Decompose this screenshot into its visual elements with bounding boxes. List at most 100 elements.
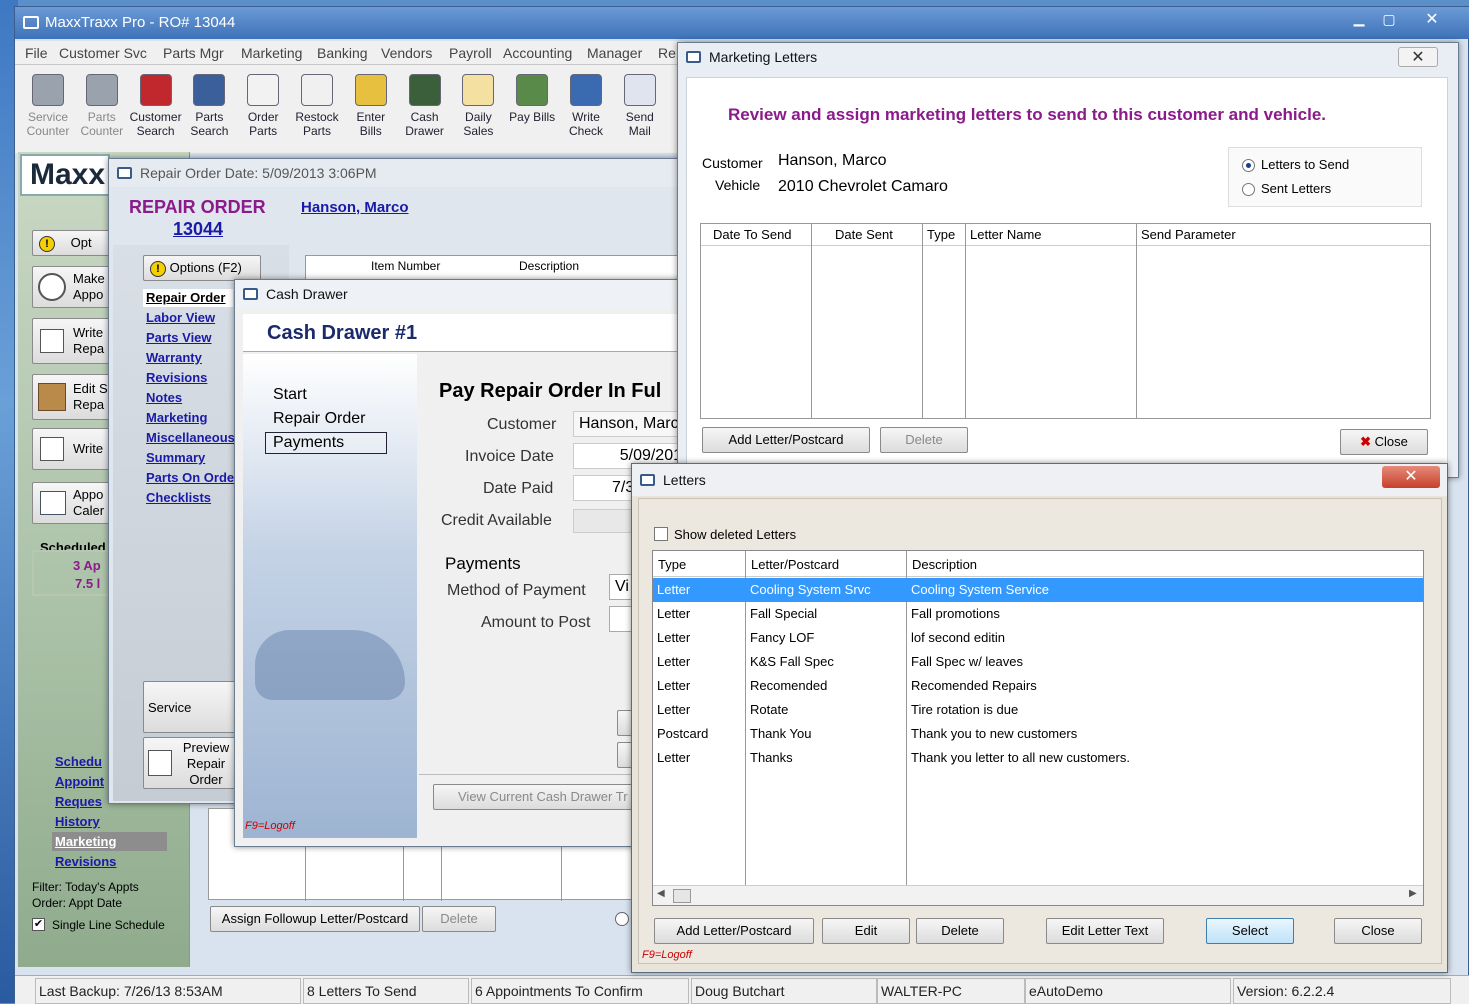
- options-f2-button[interactable]: ! Options (F2): [143, 255, 261, 281]
- close-window-button[interactable]: ✕: [1410, 9, 1454, 31]
- toolbar-button-write-check[interactable]: Write Check: [558, 74, 614, 138]
- sidebar-appointment-calendar-button[interactable]: Appo Caler: [32, 482, 116, 524]
- toolbar-button-pay-bills[interactable]: Pay Bills: [504, 74, 560, 124]
- sidebar-link-requests[interactable]: Reques: [55, 794, 102, 809]
- letter-cell-type: Letter: [657, 750, 691, 765]
- letters-edit-button[interactable]: Edit: [822, 918, 910, 944]
- ro-nav-summary[interactable]: Summary: [146, 450, 205, 465]
- marketing-delete-button[interactable]: Delete: [880, 427, 968, 453]
- letter-row[interactable]: Letter Fall Special Fall promotions: [653, 602, 1423, 626]
- show-deleted-checkbox[interactable]: [654, 527, 668, 541]
- vehicle-value: 2010 Chevrolet Camaro: [778, 178, 948, 195]
- menu-manager[interactable]: Manager: [587, 41, 642, 65]
- sidebar-write-button[interactable]: Write: [32, 428, 116, 470]
- edit-letter-text-button[interactable]: Edit Letter Text: [1046, 918, 1164, 944]
- sidebar-edit-repair-button[interactable]: Edit S Repa: [32, 374, 116, 420]
- sidebar-link-appointments[interactable]: Appoint: [55, 774, 104, 789]
- menu-vendors[interactable]: Vendors: [381, 41, 432, 65]
- letter-row[interactable]: Letter Recomended Recomended Repairs: [653, 674, 1423, 698]
- sidebar-write-repair-button[interactable]: Write Repa: [32, 318, 116, 364]
- letters-delete-button[interactable]: Delete: [916, 918, 1004, 944]
- repair-order-customer-link[interactable]: Hanson, Marco: [301, 199, 409, 216]
- letter-row[interactable]: Letter Fancy LOF lof second editin: [653, 626, 1423, 650]
- ro-nav-miscellaneous[interactable]: Miscellaneous: [146, 430, 235, 445]
- letter-row[interactable]: Letter Cooling System Srvc Cooling System …: [653, 578, 1423, 602]
- scheduled-appointments[interactable]: 3 Ap: [73, 558, 101, 573]
- ro-nav-marketing[interactable]: Marketing: [146, 410, 207, 425]
- cash-nav-payments[interactable]: Payments: [273, 434, 344, 452]
- toolbar-button-send-mail[interactable]: Send Mail: [612, 74, 668, 138]
- toolbar-button-cash-drawer[interactable]: Cash Drawer: [397, 74, 453, 138]
- horizontal-scrollbar[interactable]: ◀ ▶: [653, 885, 1423, 905]
- amount-to-post-label: Amount to Post: [481, 614, 591, 631]
- sidebar-make-appointment-button[interactable]: Make Appo: [32, 266, 116, 308]
- marketing-close-x-button[interactable]: ✕: [1398, 47, 1438, 67]
- toolbar-button-parts-search[interactable]: Parts Search: [181, 74, 237, 138]
- scroll-thumb[interactable]: [673, 889, 691, 903]
- ro-radio[interactable]: [615, 912, 629, 926]
- toolbar-button-customer-search[interactable]: Customer Search: [128, 74, 184, 138]
- letter-cell-name: Rotate: [750, 702, 789, 717]
- scheduled-hours[interactable]: 7.5 l: [75, 576, 100, 591]
- letters-close-button[interactable]: Close: [1334, 918, 1422, 944]
- toolbar-button-service-counter[interactable]: Service Counter: [20, 74, 76, 138]
- single-line-checkbox[interactable]: ✔: [32, 918, 45, 931]
- ro-nav-notes[interactable]: Notes: [146, 390, 182, 405]
- sidebar-link-history[interactable]: History: [55, 814, 100, 829]
- letter-row[interactable]: Letter Rotate Tire rotation is due: [653, 698, 1423, 722]
- sidebar-options-button[interactable]: ! Opt: [32, 230, 116, 256]
- marketing-title: Marketing Letters: [709, 49, 818, 65]
- letter-row[interactable]: Letter Thanks Thank you letter to all new …: [653, 746, 1423, 770]
- ro-nav-revisions[interactable]: Revisions: [146, 370, 207, 385]
- cash-nav-start[interactable]: Start: [273, 386, 307, 404]
- ro-nav-parts-view[interactable]: Parts View: [146, 330, 212, 345]
- sidebar-link-schedule[interactable]: Schedu: [55, 754, 102, 769]
- toolbar-label-line1: Enter: [356, 110, 386, 124]
- menu-accounting[interactable]: Accounting: [503, 41, 572, 65]
- marketing-close-button[interactable]: ✖ Close: [1340, 429, 1428, 455]
- edit-letter-text-label: Edit Letter Text: [1061, 923, 1149, 938]
- single-line-label: Single Line Schedule: [52, 918, 165, 932]
- ro-nav-checklists[interactable]: Checklists: [146, 490, 211, 505]
- ro-delete-button[interactable]: Delete: [422, 906, 496, 932]
- toolbar-button-parts-counter[interactable]: Parts Counter: [74, 74, 130, 138]
- folders-icon: [38, 383, 66, 411]
- menu-payroll[interactable]: Payroll: [449, 41, 492, 65]
- marketing-add-letter-button[interactable]: Add Letter/Postcard: [702, 427, 870, 453]
- letters-add-button[interactable]: Add Letter/Postcard: [654, 918, 814, 944]
- menu-parts-mgr[interactable]: Parts Mgr: [163, 41, 224, 65]
- ro-nav-repair-order[interactable]: Repair Order: [146, 290, 225, 305]
- maximize-button[interactable]: ▢: [1375, 11, 1403, 31]
- service-intelligence-button[interactable]: Service Intellige: [143, 681, 239, 767]
- ro-nav-labor-view[interactable]: Labor View: [146, 310, 215, 325]
- menu-customer-svc[interactable]: Customer Svc: [59, 41, 147, 65]
- letters-close-x-button[interactable]: ✕: [1382, 466, 1440, 488]
- menu-reports[interactable]: Re: [658, 41, 676, 65]
- toolbar-button-restock-parts[interactable]: Restock Parts: [289, 74, 345, 138]
- toolbar-button-daily-sales[interactable]: Daily Sales: [450, 74, 506, 138]
- letter-row[interactable]: Postcard Thank You Thank you to new custom…: [653, 722, 1423, 746]
- scroll-left-icon[interactable]: ◀: [657, 888, 665, 899]
- letters-to-send-radio[interactable]: Letters to Send: [1242, 157, 1349, 173]
- sent-letters-radio[interactable]: Sent Letters: [1242, 181, 1331, 197]
- toolbar-button-enter-bills[interactable]: Enter Bills: [343, 74, 399, 138]
- menu-banking[interactable]: Banking: [317, 41, 368, 65]
- cash-nav-repair-order[interactable]: Repair Order: [273, 410, 365, 428]
- ro-grid-header-description: Description: [519, 259, 580, 273]
- sidebar-link-marketing[interactable]: Marketing: [55, 834, 116, 849]
- customer-label: Customer: [702, 155, 763, 171]
- ro-nav-warranty[interactable]: Warranty: [146, 350, 202, 365]
- assign-followup-button[interactable]: Assign Followup Letter/Postcard: [210, 906, 420, 932]
- menu-marketing[interactable]: Marketing: [241, 41, 302, 65]
- ro-nav-parts-on-order[interactable]: Parts On Order: [146, 470, 239, 485]
- toolbar-button-order-parts[interactable]: Order Parts: [235, 74, 291, 138]
- cash-drawer-title: Cash Drawer: [266, 286, 348, 302]
- scroll-right-icon[interactable]: ▶: [1409, 888, 1417, 899]
- letters-select-button[interactable]: Select: [1206, 918, 1294, 944]
- letter-row[interactable]: Letter K&S Fall Spec Fall Spec w/ leaves: [653, 650, 1423, 674]
- sidebar-link-revisions[interactable]: Revisions: [55, 854, 116, 869]
- preview-repair-order-button[interactable]: Preview Repair Order: [143, 737, 239, 789]
- minimize-button[interactable]: ▁: [1345, 11, 1373, 31]
- repair-order-number[interactable]: 13044: [173, 219, 223, 240]
- menu-file[interactable]: File: [25, 41, 48, 65]
